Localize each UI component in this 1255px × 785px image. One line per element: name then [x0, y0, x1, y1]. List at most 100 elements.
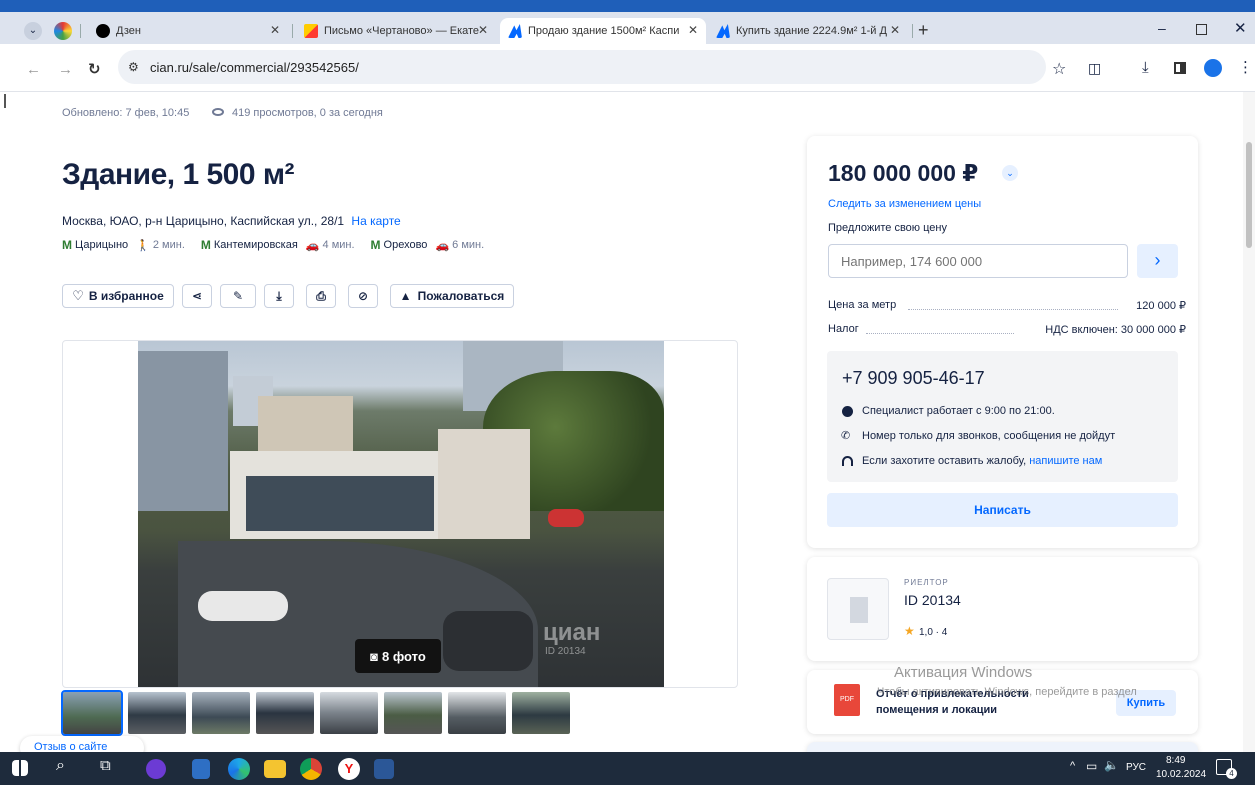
volume-icon[interactable]: 🔈	[1104, 758, 1119, 772]
close-window-icon[interactable]: ✕	[1234, 19, 1247, 37]
agent-avatar[interactable]	[827, 578, 889, 640]
thumbnail-active[interactable]	[61, 690, 123, 736]
windows-taskbar	[0, 752, 1255, 785]
windows-start-icon[interactable]	[12, 760, 28, 776]
write-button[interactable]: Написать	[827, 493, 1178, 527]
search-icon[interactable]: ⌕	[56, 757, 65, 775]
clock-time[interactable]: 8:49	[1166, 755, 1185, 766]
offer-price-input[interactable]	[828, 244, 1128, 278]
reload-icon[interactable]: ↻	[88, 60, 101, 78]
car	[548, 509, 584, 527]
complain-button[interactable]: ▲ Пожаловаться	[390, 284, 514, 308]
thumbnail[interactable]	[320, 692, 378, 734]
photo-count-badge[interactable]: ◙ 8 фото	[355, 639, 441, 673]
print-button[interactable]: ⎙	[306, 284, 336, 308]
tab-dzen[interactable]: Дзен ✕	[88, 18, 288, 44]
car-icon: 🚗	[435, 239, 450, 252]
sidepanel-icon[interactable]	[1174, 62, 1186, 74]
extensions-icon[interactable]: ◫	[1088, 60, 1101, 77]
phone-number[interactable]: +7 909 905-46-17	[842, 368, 985, 389]
price-dropdown-icon[interactable]: ⌄	[1002, 165, 1018, 181]
watermark-logo: циан	[543, 619, 601, 646]
scrollbar-thumb[interactable]	[1246, 142, 1252, 248]
share-button[interactable]: ⋖	[182, 284, 212, 308]
app-icon[interactable]	[146, 759, 166, 779]
tab-label: Дзен	[116, 25, 141, 37]
yandex-browser-icon[interactable]: Y	[338, 758, 360, 780]
metro-time: 2 мин.	[152, 239, 185, 251]
back-arrow-icon[interactable]: ←	[26, 61, 41, 78]
pdf-icon: PDF	[834, 684, 860, 716]
tab-mail[interactable]: Письмо «Чертаново» — Екате ✕	[296, 18, 496, 44]
page-content: Обновлено: 7 фев, 10:45 419 просмотров, …	[0, 92, 1255, 752]
kebab-menu-icon[interactable]: ⋮	[1238, 58, 1253, 76]
calculator-icon[interactable]	[192, 759, 210, 779]
walk-icon: 🚶	[136, 239, 150, 252]
cian-logo-icon	[716, 24, 730, 38]
task-view-icon[interactable]: ⧉	[100, 757, 111, 774]
thumbnail[interactable]	[384, 692, 442, 734]
photo-gallery[interactable]: циан ID 20134 ◙ 8 фото	[62, 340, 738, 688]
thumbnail[interactable]	[128, 692, 186, 734]
thumbnail[interactable]	[512, 692, 570, 734]
complaint-link[interactable]: напишите нам	[1029, 455, 1102, 467]
main-photo[interactable]: циан ID 20134	[138, 341, 664, 687]
tray-chevron-icon[interactable]: ^	[1070, 760, 1075, 772]
close-tab-icon[interactable]: ✕	[890, 23, 900, 37]
edge-icon[interactable]	[228, 758, 250, 780]
url-text: cian.ru/sale/commercial/293542565/	[150, 60, 359, 75]
star-icon: ★	[904, 624, 915, 638]
language-indicator[interactable]: РУС	[1126, 762, 1146, 773]
complaint-note: Если захотите оставить жалобу, напишите …	[862, 455, 1102, 467]
offer-submit-button[interactable]: ›	[1137, 244, 1178, 278]
site-info-icon[interactable]: ⚙	[128, 60, 139, 74]
close-tab-icon[interactable]: ✕	[270, 23, 280, 37]
clock-date[interactable]: 10.02.2024	[1156, 769, 1206, 780]
metro-icon: М	[370, 238, 381, 252]
cian-logo-icon	[508, 24, 522, 38]
tab-listing-other[interactable]: Купить здание 2224.9м² 1-й Д ✕	[708, 18, 908, 44]
profile-avatar[interactable]	[1204, 59, 1222, 77]
report-subtitle: помещения и локации	[876, 704, 998, 716]
word-icon[interactable]	[374, 759, 394, 779]
windows-activation-subtitle: Чтобы активировать Windows, перейдите в …	[877, 686, 1137, 698]
metro-station[interactable]: Царицыно	[75, 239, 128, 251]
network-icon[interactable]: ▭	[1086, 759, 1097, 773]
photo-count: 8 фото	[382, 648, 426, 664]
favorite-button[interactable]: ♡ В избранное	[62, 284, 174, 308]
feedback-label: Отзыв о сайте	[34, 741, 108, 752]
bookmark-star-icon[interactable]: ☆	[1052, 59, 1066, 79]
thumbnail[interactable]	[192, 692, 250, 734]
agent-id[interactable]: ID 20134	[904, 592, 961, 608]
close-tab-icon[interactable]: ✕	[688, 23, 698, 37]
close-tab-icon[interactable]: ✕	[478, 23, 488, 37]
pdf-label: PDF	[840, 696, 854, 703]
tab-menu-button[interactable]: ⌄	[24, 22, 42, 40]
metro-station[interactable]: Кантемировская	[214, 239, 298, 251]
chrome-icon[interactable]	[300, 758, 322, 780]
left-edge-letter	[4, 94, 8, 108]
thumbnail[interactable]	[256, 692, 314, 734]
feedback-button[interactable]: Отзыв о сайте	[20, 736, 144, 752]
track-price-link[interactable]: Следить за изменением цены	[828, 198, 981, 210]
maximize-icon[interactable]	[1196, 24, 1207, 35]
map-link[interactable]: На карте	[351, 214, 400, 228]
metro-time: 4 мин.	[322, 239, 355, 251]
forward-arrow-icon[interactable]: →	[58, 61, 73, 78]
tab-listing-active[interactable]: Продаю здание 1500м² Каспи ✕	[500, 18, 706, 44]
profile-extension-icon[interactable]	[54, 22, 72, 40]
minimize-icon[interactable]: –	[1158, 20, 1166, 36]
dzen-icon	[96, 24, 110, 38]
tab-label: Письмо «Чертаново» — Екате	[324, 25, 479, 37]
metro-station[interactable]: Орехово	[384, 239, 428, 251]
edit-button[interactable]: ✎	[220, 284, 256, 308]
tab-separator	[80, 24, 81, 38]
thumbnail[interactable]	[448, 692, 506, 734]
download-icon[interactable]: ⤓	[1142, 59, 1149, 76]
tab-separator	[292, 24, 293, 38]
new-tab-button[interactable]: +	[918, 20, 929, 41]
file-explorer-icon[interactable]	[264, 760, 286, 778]
download-button[interactable]: ⤓	[264, 284, 294, 308]
hide-button[interactable]: ⊘	[348, 284, 378, 308]
share-icon: ⋖	[191, 289, 203, 303]
